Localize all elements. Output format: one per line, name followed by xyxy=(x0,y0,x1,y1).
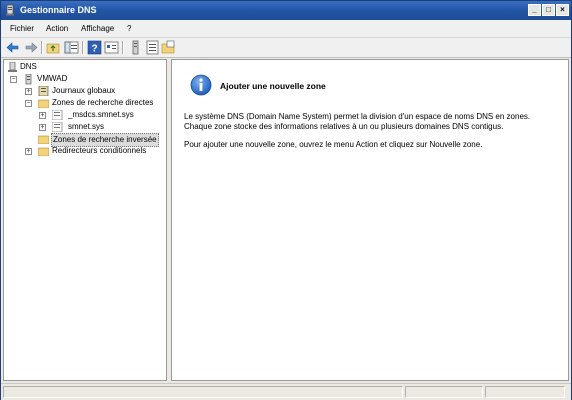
zone-icon xyxy=(52,110,63,120)
instruction-text: Pour ajouter une nouvelle zone, ouvrez l… xyxy=(184,140,483,149)
close-button[interactable]: × xyxy=(556,4,569,16)
server-icon[interactable] xyxy=(128,40,143,55)
server-icon xyxy=(25,74,32,85)
tree-label: smnet.sys xyxy=(68,122,105,131)
expand-icon[interactable]: + xyxy=(39,112,46,119)
menu-help[interactable]: ? xyxy=(127,24,131,33)
status-cell-3 xyxy=(485,386,565,398)
collapse-icon[interactable]: − xyxy=(25,100,32,107)
toolbar-separator xyxy=(41,41,43,54)
folder-icon xyxy=(38,99,49,108)
status-cell-2 xyxy=(405,386,483,398)
info-icon xyxy=(190,74,212,96)
properties-icon[interactable] xyxy=(104,40,119,55)
window-title: Gestionnaire DNS xyxy=(20,5,97,15)
minimize-button[interactable]: _ xyxy=(528,4,541,16)
toolbar: ? xyxy=(1,38,571,58)
toolbar-separator xyxy=(122,41,124,54)
console-tree: DNS − VMWAD + Journaux globaux − Zones d… xyxy=(3,59,167,381)
expand-icon[interactable]: + xyxy=(25,148,32,155)
log-book-icon xyxy=(38,86,49,96)
status-cell-main xyxy=(3,386,403,398)
expand-icon[interactable]: + xyxy=(39,124,46,131)
details-pane: Ajouter une nouvelle zone Le système DNS… xyxy=(171,59,569,381)
tree-label: Journaux globaux xyxy=(52,86,116,95)
tree-label-vmwad: VMWAD xyxy=(37,74,68,83)
toolbar-separator xyxy=(82,41,84,54)
help-icon[interactable]: ? xyxy=(87,40,102,55)
show-hide-tree-icon[interactable] xyxy=(64,40,79,55)
tree-label: _msdcs.smnet.sys xyxy=(68,110,134,119)
status-bar xyxy=(1,383,571,400)
forward-arrow-icon[interactable] xyxy=(23,40,38,55)
folder-icon xyxy=(38,147,49,156)
tree-label: Zones de recherche directes xyxy=(52,98,154,107)
up-folder-icon[interactable] xyxy=(46,40,61,55)
title-bar[interactable]: Gestionnaire DNS _ □ × xyxy=(1,1,571,20)
menu-affichage[interactable]: Affichage xyxy=(81,24,114,33)
tree-label: Redirecteurs conditionnels xyxy=(52,146,147,155)
page-heading: Ajouter une nouvelle zone xyxy=(220,81,326,91)
tree-label-dns: DNS xyxy=(20,62,37,71)
dns-app-icon xyxy=(6,4,14,16)
menu-fichier[interactable]: Fichier xyxy=(10,24,34,33)
collapse-icon[interactable]: − xyxy=(10,76,17,83)
svg-text:?: ? xyxy=(91,44,97,55)
folder-export-icon[interactable] xyxy=(161,40,176,55)
dns-server-icon xyxy=(8,62,17,72)
list-icon[interactable] xyxy=(145,40,160,55)
menu-action[interactable]: Action xyxy=(46,24,68,33)
expand-icon[interactable]: + xyxy=(25,88,32,95)
zone-icon xyxy=(52,122,63,132)
dns-manager-window: Gestionnaire DNS _ □ × Fichier Action Af… xyxy=(0,0,572,400)
description-line-1: Le système DNS (Domain Name System) perm… xyxy=(184,112,531,121)
maximize-button[interactable]: □ xyxy=(542,4,555,16)
description-line-2: Chaque zone stocke des informations rela… xyxy=(184,122,504,131)
back-arrow-icon[interactable] xyxy=(6,40,21,55)
menu-bar: Fichier Action Affichage ? xyxy=(1,20,571,38)
folder-icon xyxy=(38,135,49,144)
